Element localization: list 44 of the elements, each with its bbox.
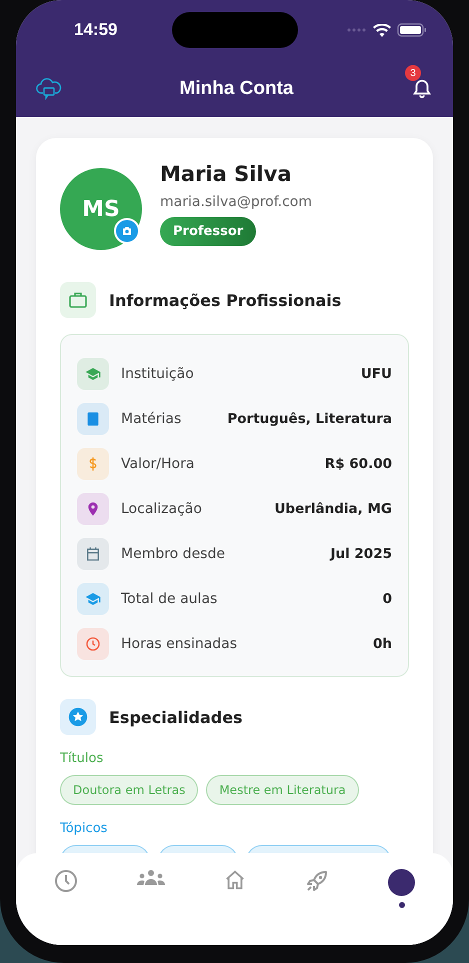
- info-value: 0h: [372, 636, 392, 652]
- section-title: Especialidades: [109, 708, 243, 726]
- people-icon: [136, 869, 165, 887]
- notification-badge: 3: [405, 65, 421, 81]
- cloud-icon[interactable]: [36, 78, 62, 100]
- active-dot: [398, 902, 405, 908]
- clock-icon: [85, 636, 101, 652]
- profile-avatar-icon: [388, 869, 416, 896]
- clock-icon: [54, 869, 78, 893]
- signal-icon: [347, 28, 367, 32]
- info-label: Localização: [121, 500, 202, 516]
- info-label: Valor/Hora: [121, 456, 194, 472]
- page-title: Minha Conta: [180, 78, 294, 100]
- profile-email: maria.silva@prof.com: [160, 194, 312, 210]
- battery-icon: [397, 23, 427, 37]
- info-value: Jul 2025: [330, 546, 392, 562]
- info-label: Matérias: [121, 410, 182, 426]
- briefcase-icon: [60, 282, 96, 318]
- graduation-cap-icon: [85, 590, 101, 606]
- tag-chip: Doutora em Letras: [60, 775, 198, 805]
- info-value: 0: [382, 590, 392, 606]
- group-title: Tópicos: [60, 821, 108, 836]
- info-label: Membro desde: [121, 546, 225, 562]
- rocket-icon: [305, 869, 330, 893]
- info-value: UFU: [360, 366, 392, 382]
- info-label: Horas ensinadas: [121, 636, 238, 652]
- info-value: Português, Literatura: [227, 410, 392, 426]
- calendar-icon: [85, 546, 101, 562]
- group-title: Títulos: [60, 751, 104, 766]
- tag-chip: Mestre em Literatura: [206, 775, 359, 805]
- avatar: MS: [60, 168, 142, 250]
- info-label: Instituição: [121, 366, 194, 382]
- info-value: R$ 60.00: [324, 456, 392, 472]
- info-value: Uberlândia, MG: [274, 500, 392, 516]
- graduation-cap-icon: [85, 366, 101, 382]
- info-label: Total de aulas: [121, 590, 218, 606]
- section-title: Informações Profissionais: [109, 290, 342, 310]
- home-icon: [224, 869, 246, 891]
- status-time: 14:59: [74, 20, 118, 40]
- profile-name: Maria Silva: [160, 162, 292, 186]
- wifi-icon: [373, 24, 391, 36]
- book-icon: [85, 410, 101, 426]
- notification-bell-icon[interactable]: [411, 78, 433, 100]
- role-badge: Professor: [160, 217, 256, 246]
